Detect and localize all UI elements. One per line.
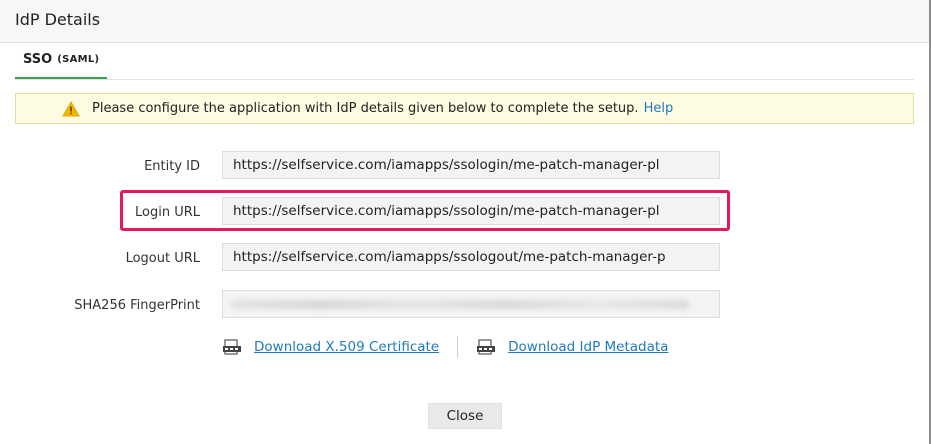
login-url-highlight-box [120, 190, 730, 231]
dialog-titlebar: IdP Details [0, 0, 929, 43]
logout-url-label: Logout URL [125, 250, 200, 266]
warning-icon [62, 100, 80, 116]
idp-details-dialog: IdP Details SSO (SAML) Please configure … [0, 0, 931, 444]
download-metadata-link[interactable]: Download IdP Metadata [508, 339, 668, 355]
entity-id-label: Entity ID [144, 158, 200, 174]
certificate-file-icon [223, 339, 241, 355]
setup-notice: Please configure the application with Id… [15, 93, 914, 124]
fingerprint-field[interactable] [222, 290, 720, 318]
dialog-title: IdP Details [15, 10, 101, 29]
tab-sublabel: (SAML) [57, 54, 100, 65]
fingerprint-blurred-value [231, 300, 689, 309]
fingerprint-label: SHA256 FingerPrint [74, 297, 200, 313]
entity-id-row: Entity ID https://selfservice.com/iamapp… [0, 151, 740, 181]
download-certificate-link[interactable]: Download X.509 Certificate [254, 339, 439, 355]
xml-file-icon [477, 339, 496, 355]
fingerprint-row: SHA256 FingerPrint [0, 290, 740, 320]
logout-url-field[interactable]: https://selfservice.com/iamapps/ssologou… [222, 243, 720, 271]
download-separator [457, 336, 459, 358]
entity-id-field[interactable]: https://selfservice.com/iamapps/ssologin… [222, 151, 720, 179]
notice-text: Please configure the application with Id… [92, 101, 639, 116]
logout-url-row: Logout URL https://selfservice.com/iamap… [0, 243, 740, 273]
tab-bar: SSO (SAML) [15, 42, 914, 80]
download-links: Download X.509 Certificate Download IdP … [222, 334, 668, 360]
tab-sso-saml[interactable]: SSO (SAML) [15, 42, 108, 79]
close-button[interactable]: Close [428, 403, 502, 429]
tab-label: SSO [23, 52, 53, 67]
help-link[interactable]: Help [644, 101, 674, 116]
